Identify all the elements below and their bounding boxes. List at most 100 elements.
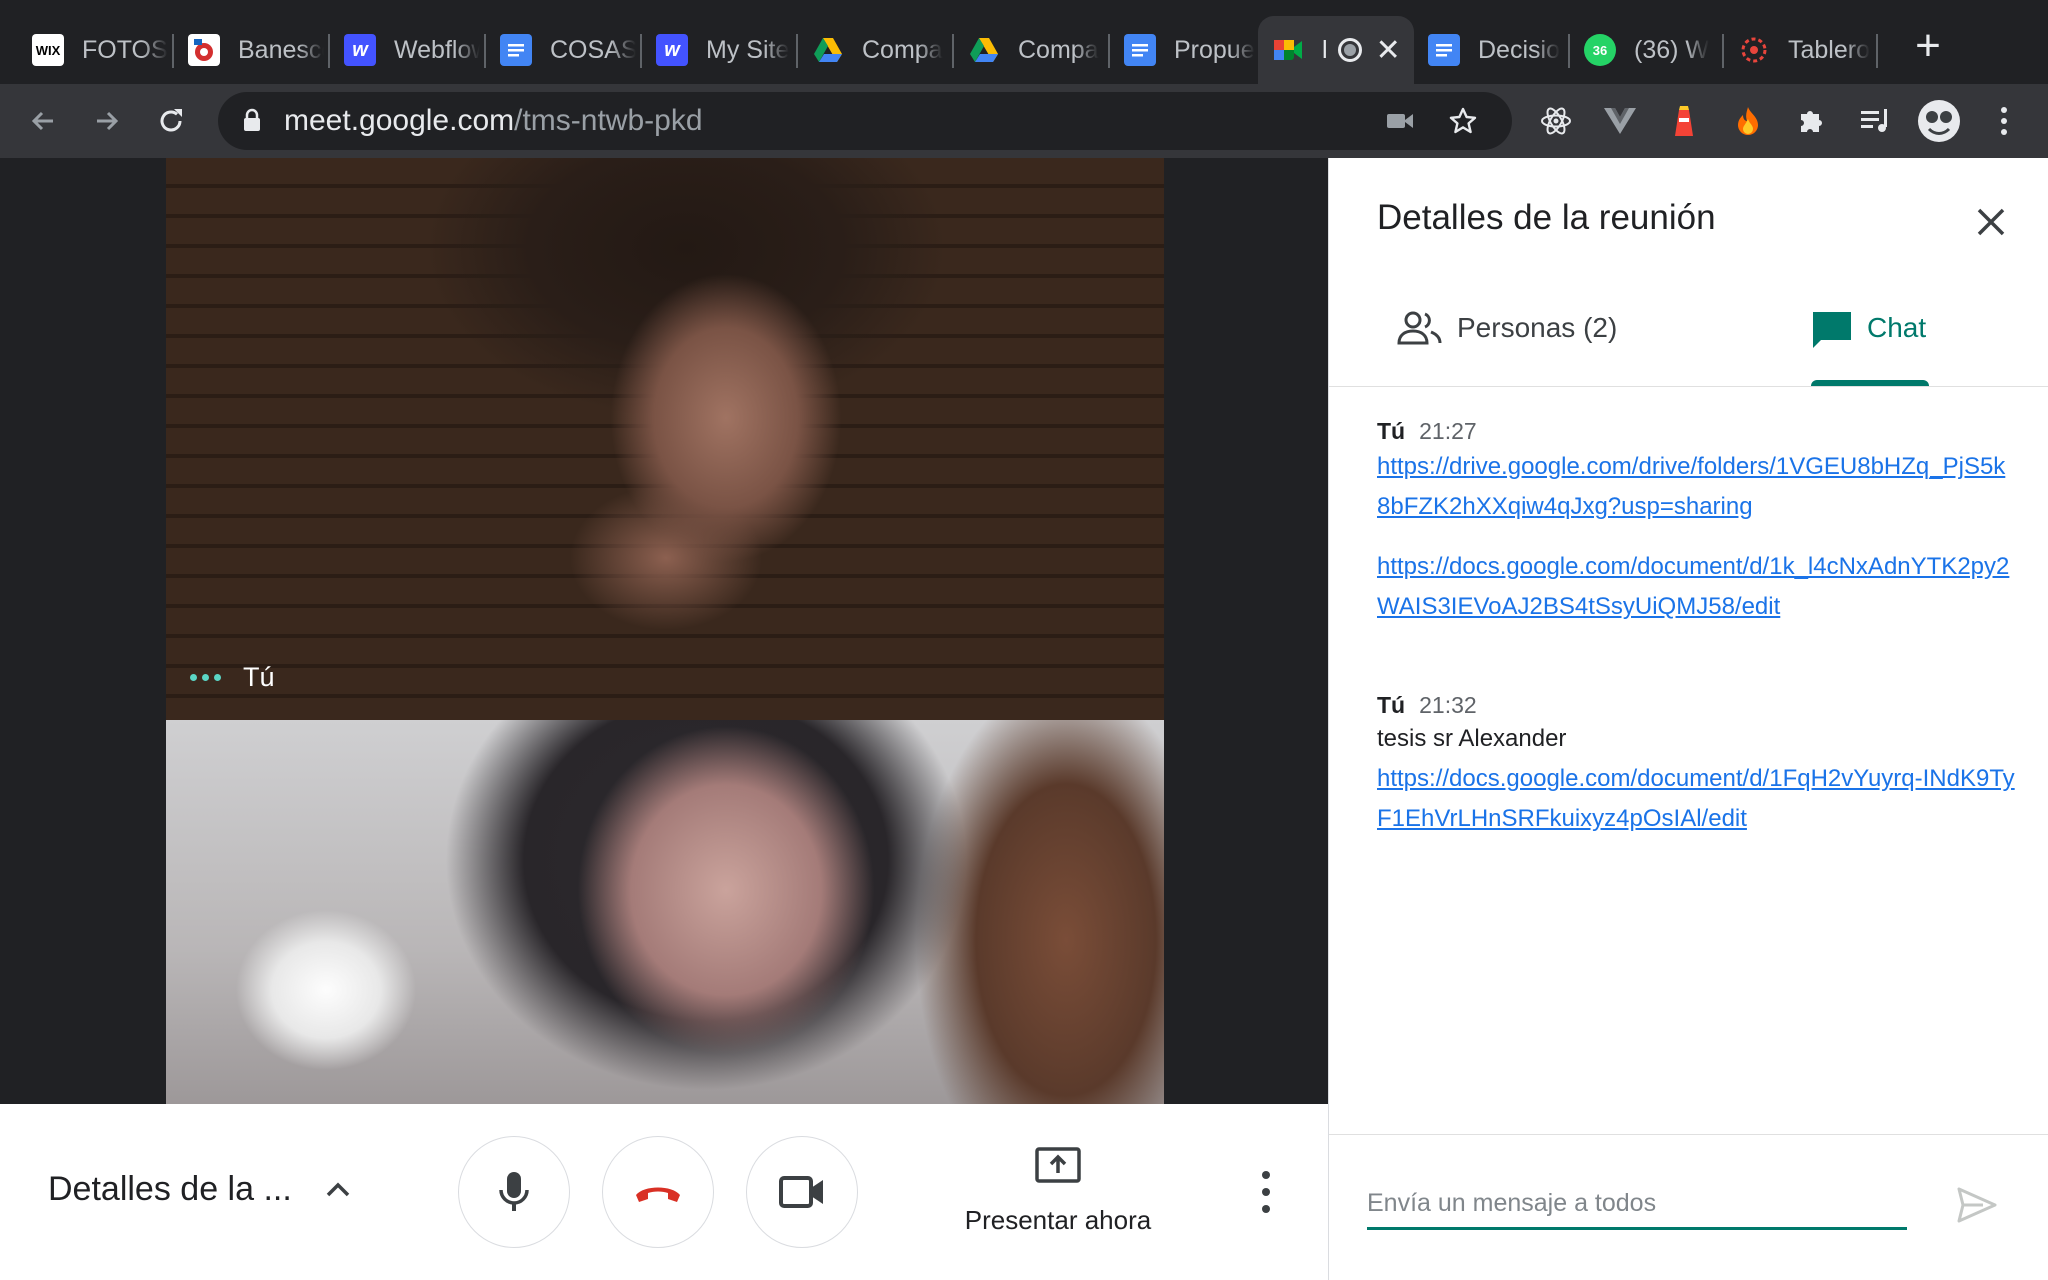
browser-tab-active[interactable]: l ✕ xyxy=(1258,16,1414,84)
tab-people[interactable]: Personas (2) xyxy=(1397,310,1617,390)
lighthouse-icon[interactable] xyxy=(1664,101,1704,141)
tab-chat[interactable]: Chat xyxy=(1811,310,1926,390)
chat-message: Tú 21:27 https://drive.google.com/drive/f… xyxy=(1377,418,2017,627)
participant-video-self[interactable]: Tú xyxy=(166,158,1164,720)
lock-icon xyxy=(244,108,260,131)
message-sender: Tú xyxy=(1377,692,1406,718)
banesco-icon xyxy=(188,34,220,66)
tab-title: l xyxy=(1322,35,1328,64)
microphone-button[interactable] xyxy=(458,1136,570,1248)
close-icon[interactable] xyxy=(1969,200,2013,244)
address-bar[interactable]: meet.google.com/tms-ntwb-pkd xyxy=(218,92,1512,150)
reload-button[interactable] xyxy=(148,98,194,144)
message-link[interactable]: https://docs.google.com/document/d/1FqH2… xyxy=(1377,759,2017,839)
google-docs-icon xyxy=(1428,34,1460,66)
react-devtools-icon[interactable] xyxy=(1536,101,1576,141)
browser-toolbar: meet.google.com/tms-ntwb-pkd xyxy=(0,84,2048,158)
firebase-flame-icon[interactable] xyxy=(1728,101,1768,141)
panel-title: Detalles de la reunión xyxy=(1377,198,1716,237)
back-button[interactable] xyxy=(20,98,66,144)
arrow-left-icon xyxy=(31,111,53,131)
chat-message-header: Tú 21:32 xyxy=(1377,692,2017,719)
present-now-button[interactable]: Presentar ahora xyxy=(950,1146,1166,1236)
tab-separator xyxy=(1876,34,1878,68)
media-queue-icon[interactable] xyxy=(1856,101,1896,141)
chat-bubble-icon xyxy=(1813,312,1851,348)
tab-title: (36) W xyxy=(1634,35,1709,64)
send-icon[interactable] xyxy=(1953,1181,2001,1229)
webflow-icon: w xyxy=(656,34,688,66)
hang-up-button[interactable] xyxy=(602,1136,714,1248)
tab-title: FOTOS xyxy=(82,35,168,64)
present-screen-icon xyxy=(1035,1147,1081,1183)
browser-tab[interactable]: 36 (36) W xyxy=(1570,16,1720,84)
browser-tab[interactable]: w Webflow xyxy=(330,16,480,84)
chat-composer xyxy=(1329,1134,2048,1280)
participant-video-remote[interactable] xyxy=(166,720,1164,1104)
url-text: meet.google.com/tms-ntwb-pkd xyxy=(284,104,703,138)
panel-divider xyxy=(1329,386,2048,387)
message-text: tesis sr Alexander xyxy=(1377,725,1567,752)
tab-title: Tablero xyxy=(1788,35,1870,64)
browser-tab[interactable]: Decisio xyxy=(1414,16,1564,84)
browser-tab[interactable]: Propue xyxy=(1110,16,1260,84)
chevron-up-icon[interactable] xyxy=(318,1170,358,1210)
camera-in-use-icon[interactable] xyxy=(1386,109,1414,133)
browser-tab[interactable]: Compa xyxy=(798,16,948,84)
participant-name-tag: Tú xyxy=(190,662,275,693)
profile-avatar[interactable] xyxy=(1916,98,1962,144)
tab-title: Compa xyxy=(862,35,943,64)
more-options-icon[interactable] xyxy=(1248,1166,1284,1218)
arrow-right-icon xyxy=(97,111,119,131)
phone-hangup-icon xyxy=(636,1187,680,1202)
tab-people-label: Personas (2) xyxy=(1457,312,1618,343)
browser-tab[interactable]: Tablero xyxy=(1724,16,1874,84)
video-camera-icon xyxy=(779,1176,823,1208)
meeting-details-toggle[interactable]: Detalles de la ... xyxy=(48,1170,292,1209)
browser-tab[interactable]: Banesco xyxy=(174,16,324,84)
recording-indicator-icon xyxy=(1337,38,1362,62)
extensions-puzzle-icon[interactable] xyxy=(1792,101,1832,141)
message-time: 21:27 xyxy=(1419,418,1477,444)
chat-message: Tú 21:32 tesis sr Alexander https://docs.… xyxy=(1377,692,2017,839)
tab-title: My Site xyxy=(706,35,790,64)
google-meet-icon xyxy=(1272,34,1304,66)
tab-title: Banesco xyxy=(238,35,324,64)
whatsapp-icon: 36 xyxy=(1584,34,1616,66)
close-tab-icon[interactable]: ✕ xyxy=(1376,33,1401,68)
tab-chat-label: Chat xyxy=(1867,312,1927,343)
browser-tab[interactable]: WIX FOTOS xyxy=(18,16,168,84)
browser-tab[interactable]: COSAS xyxy=(486,16,636,84)
vue-devtools-icon[interactable] xyxy=(1600,101,1640,141)
google-docs-icon xyxy=(1124,34,1156,66)
forward-button[interactable] xyxy=(84,98,130,144)
tab-title: Webflow xyxy=(394,35,480,64)
reload-icon xyxy=(160,109,182,132)
message-sender: Tú xyxy=(1377,418,1406,444)
bookmark-star-icon[interactable] xyxy=(1448,106,1478,136)
message-link[interactable]: https://docs.google.com/document/d/1k_l4… xyxy=(1377,547,2017,627)
new-tab-button[interactable]: + xyxy=(1904,22,1952,70)
tab-title: COSAS xyxy=(550,35,636,64)
browser-tab[interactable]: Compa xyxy=(954,16,1104,84)
meeting-stage: Tú xyxy=(0,158,1328,1104)
webflow-icon: w xyxy=(344,34,376,66)
tab-title: Decisio xyxy=(1478,35,1560,64)
people-icon xyxy=(1397,311,1442,345)
google-drive-icon xyxy=(968,34,1000,66)
camera-button[interactable] xyxy=(746,1136,858,1248)
chrome-menu-icon[interactable] xyxy=(1984,101,2024,141)
message-time: 21:32 xyxy=(1419,692,1477,718)
input-focus-underline xyxy=(1367,1227,1907,1230)
participant-name: Tú xyxy=(243,662,275,692)
wix-icon: WIX xyxy=(32,34,64,66)
browser-tab[interactable]: w My Site xyxy=(642,16,792,84)
more-options-dots-icon[interactable] xyxy=(190,674,221,681)
message-link[interactable]: https://drive.google.com/drive/folders/1… xyxy=(1377,447,2017,527)
chat-message-header: Tú 21:27 xyxy=(1377,418,2017,445)
present-now-label: Presentar ahora xyxy=(964,1205,1152,1235)
chat-message-input[interactable] xyxy=(1367,1183,1905,1223)
google-drive-icon xyxy=(812,34,844,66)
tab-title: Propue xyxy=(1174,35,1255,64)
google-docs-icon xyxy=(500,34,532,66)
